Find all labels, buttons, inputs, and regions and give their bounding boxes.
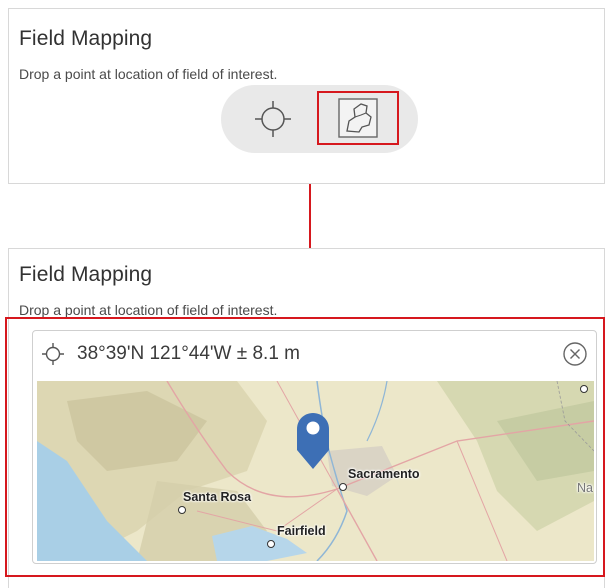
draw-field-boundary-button[interactable] [317, 91, 399, 145]
city-label-partial: Na [577, 481, 593, 495]
panel-instruction: Drop a point at location of field of int… [19, 66, 278, 82]
location-card: 38°39'N 121°44'W ± 8.1 m Sacramento Sant… [32, 330, 597, 564]
map-pin-icon[interactable] [296, 412, 330, 470]
coordinate-row: 38°39'N 121°44'W ± 8.1 m [41, 341, 300, 367]
city-dot [339, 483, 347, 491]
mode-switcher [221, 85, 418, 153]
field-boundary-icon [338, 98, 378, 138]
drop-point-button[interactable] [249, 95, 297, 143]
city-label-fairfield: Fairfield [277, 524, 326, 538]
city-dot [267, 540, 275, 548]
city-dot [580, 385, 588, 393]
coordinate-readout: 38°39'N 121°44'W ± 8.1 m [77, 343, 300, 364]
clear-location-button[interactable] [562, 341, 588, 367]
city-label-santa-rosa: Santa Rosa [183, 490, 252, 504]
city-dot [178, 506, 186, 514]
map-view[interactable]: Sacramento Santa Rosa Fairfield Na [37, 381, 594, 561]
crosshair-icon [255, 101, 291, 137]
circle-x-icon [563, 342, 587, 366]
field-mapping-panel-collapsed: Field Mapping Drop a point at location o… [8, 8, 605, 184]
crosshair-icon [42, 343, 64, 365]
panel-title: Field Mapping [19, 27, 153, 50]
panel-title: Field Mapping [19, 263, 153, 286]
panel-instruction: Drop a point at location of field of int… [19, 302, 278, 318]
city-label-sacramento: Sacramento [348, 467, 420, 481]
